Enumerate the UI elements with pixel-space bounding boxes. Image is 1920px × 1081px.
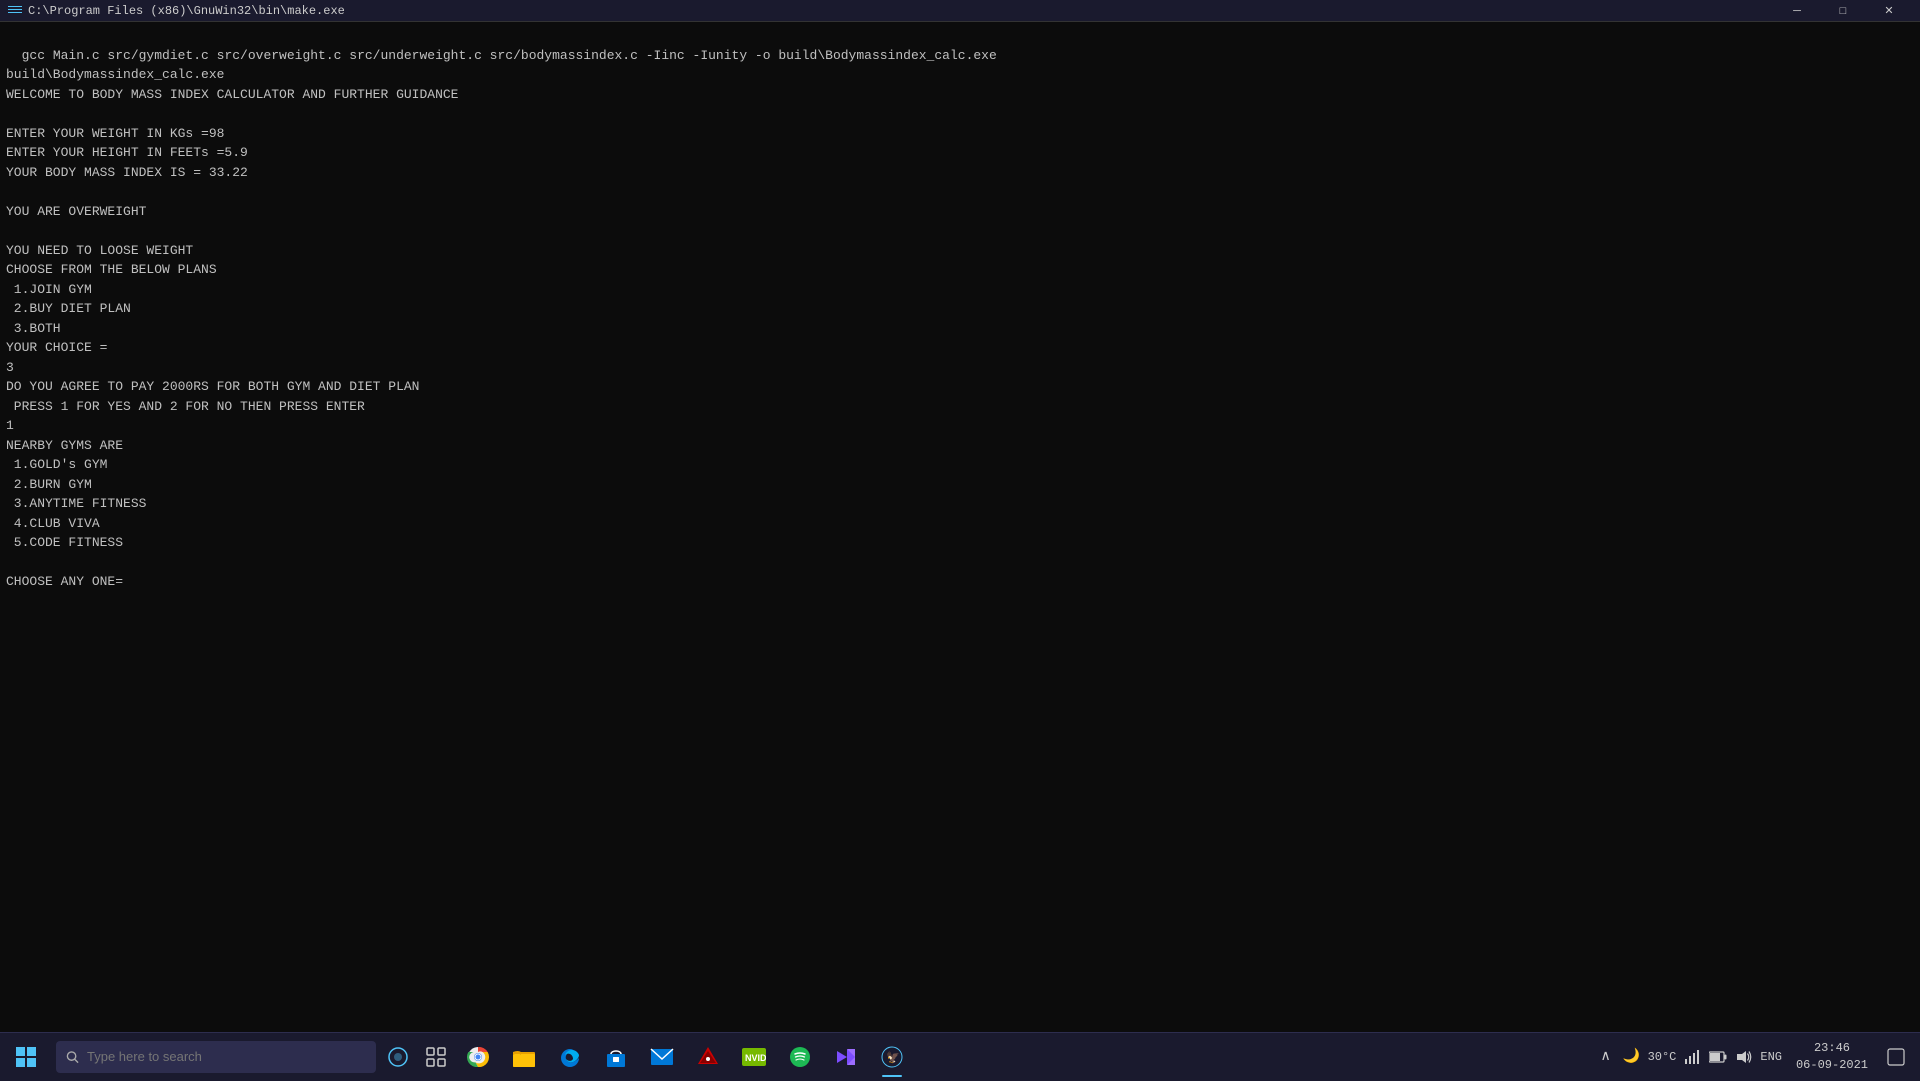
title-bar: C:\Program Files (x86)\GnuWin32\bin\make… xyxy=(0,0,1920,22)
file-explorer-button[interactable] xyxy=(502,1035,546,1079)
store-app-button[interactable] xyxy=(594,1035,638,1079)
maximize-button[interactable]: □ xyxy=(1820,0,1866,22)
temperature-label: 30°C xyxy=(1648,1047,1677,1067)
spotify-app-button[interactable] xyxy=(778,1035,822,1079)
time-display: 23:46 xyxy=(1814,1040,1850,1057)
task-view-button[interactable] xyxy=(418,1035,454,1079)
mail-app-button[interactable] xyxy=(640,1035,684,1079)
taskbar-apps: NVID 🦅 xyxy=(380,1035,1596,1079)
system-tray: ∧ 🌙 30°C xyxy=(1596,1040,1920,1074)
visual-studio-button[interactable] xyxy=(824,1035,868,1079)
taskbar: NVID 🦅 xyxy=(0,1032,1920,1080)
date-display: 06-09-2021 xyxy=(1796,1057,1868,1074)
titlebar-controls: ─ □ ✕ xyxy=(1774,0,1912,22)
svg-text:NVID: NVID xyxy=(745,1053,766,1063)
svg-text:🦅: 🦅 xyxy=(886,1050,900,1064)
nvidia-app-button[interactable]: NVID xyxy=(732,1035,776,1079)
clock[interactable]: 23:46 06-09-2021 xyxy=(1788,1040,1876,1074)
chrome-app-button[interactable] xyxy=(456,1035,500,1079)
tray-chevron[interactable]: ∧ xyxy=(1596,1047,1616,1067)
start-button[interactable] xyxy=(0,1033,52,1081)
window-title: C:\Program Files (x86)\GnuWin32\bin\make… xyxy=(28,4,345,18)
msi-dragon-button[interactable] xyxy=(686,1035,730,1079)
notification-button[interactable] xyxy=(1882,1043,1910,1071)
search-icon xyxy=(66,1050,79,1064)
network-icon[interactable] xyxy=(1682,1047,1702,1067)
unknown-app-button[interactable]: 🦅 xyxy=(870,1035,914,1079)
app-icon xyxy=(8,4,22,18)
language-indicator[interactable]: ENG xyxy=(1760,1050,1782,1064)
cortana-button[interactable] xyxy=(380,1035,416,1079)
close-button[interactable]: ✕ xyxy=(1866,0,1912,22)
battery-icon[interactable] xyxy=(1708,1047,1728,1067)
minimize-button[interactable]: ─ xyxy=(1774,0,1820,22)
volume-icon[interactable] xyxy=(1734,1047,1754,1067)
search-input[interactable] xyxy=(87,1049,366,1064)
title-bar-left: C:\Program Files (x86)\GnuWin32\bin\make… xyxy=(8,4,345,18)
search-bar[interactable] xyxy=(56,1041,376,1073)
terminal-text: gcc Main.c src/gymdiet.c src/overweight.… xyxy=(6,48,997,590)
weather-icon[interactable]: 🌙 xyxy=(1622,1047,1642,1067)
edge-app-button[interactable] xyxy=(548,1035,592,1079)
terminal-output[interactable]: gcc Main.c src/gymdiet.c src/overweight.… xyxy=(0,22,1920,1032)
